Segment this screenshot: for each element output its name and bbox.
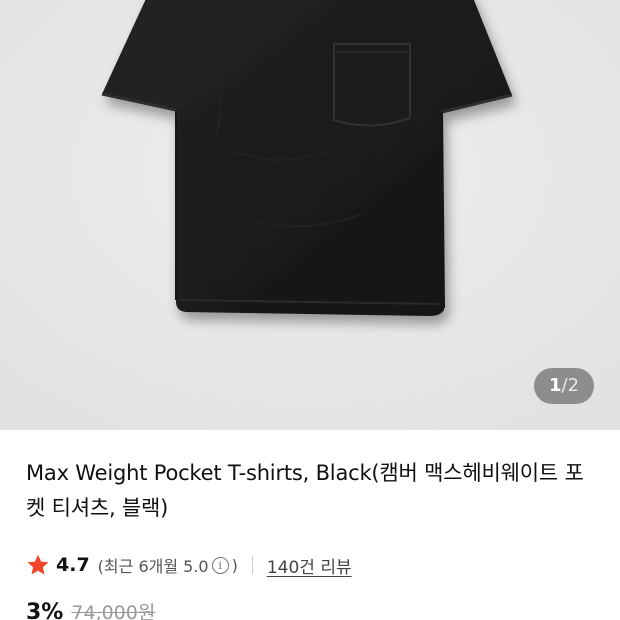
rating-row: 4.7 (최근 6개월 5.0 i ) 140건 리뷰 — [26, 550, 352, 580]
product-title: Max Weight Pocket T-shirts, Black(캠버 맥스헤… — [26, 461, 584, 520]
divider — [251, 556, 253, 574]
recent-rating-label: (최근 6개월 5.0 — [97, 557, 209, 576]
pager-total: 2 — [567, 375, 580, 396]
product-image-gallery[interactable]: 1/2 — [0, 0, 620, 430]
discount-rate: 3% — [26, 600, 64, 620]
rating-value: 4.7 — [56, 554, 90, 576]
image-pager-indicator: 1/2 — [534, 368, 594, 404]
original-price: 74,000원 — [71, 602, 156, 620]
star-icon — [27, 554, 49, 575]
recent-rating: (최근 6개월 5.0 i ) — [98, 553, 238, 577]
pager-current: 1 — [548, 375, 562, 396]
price-row: 3% 74,000원 — [26, 598, 155, 620]
review-count-link[interactable]: 140건 리뷰 — [267, 553, 352, 578]
product-image — [0, 0, 620, 430]
info-icon[interactable]: i — [211, 556, 229, 574]
recent-rating-close: ) — [231, 555, 238, 575]
product-detail-page: 1/2 Max Weight Pocket T-shirts, Black(캠버… — [0, 0, 620, 620]
